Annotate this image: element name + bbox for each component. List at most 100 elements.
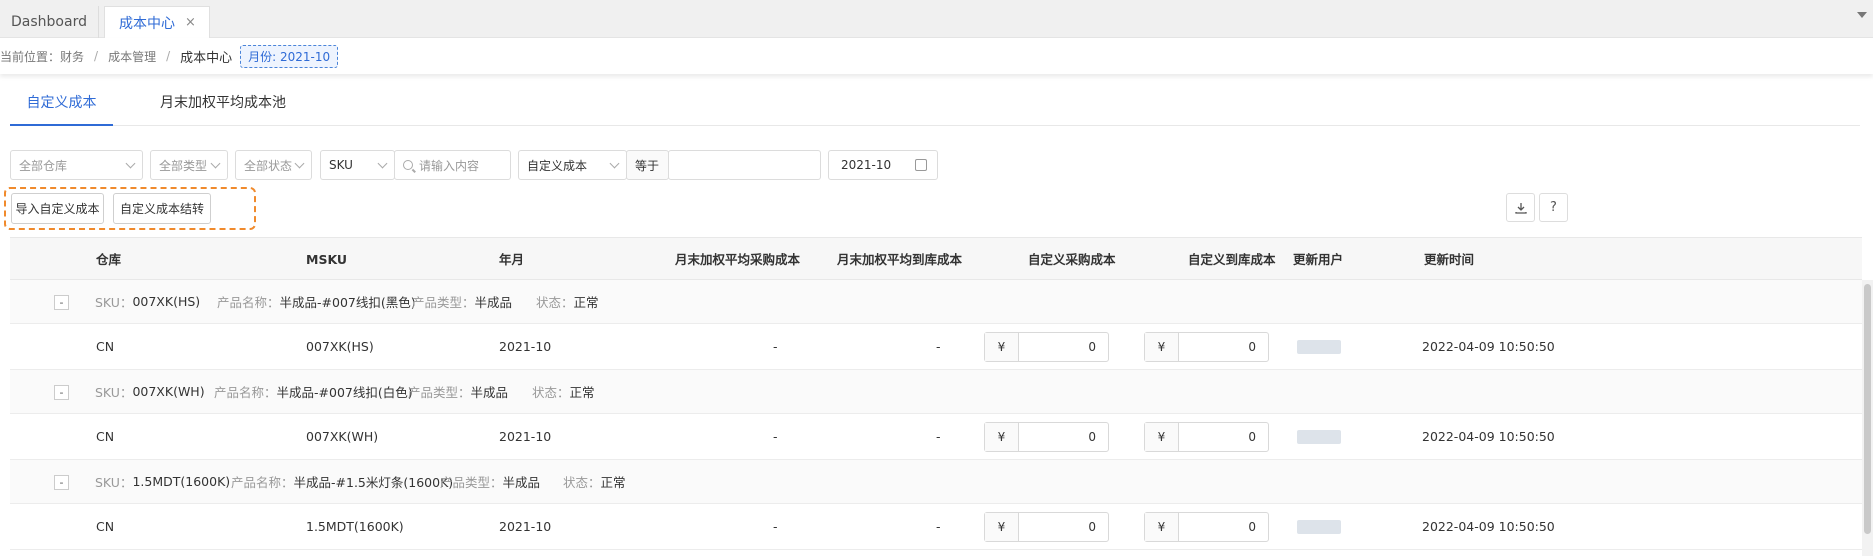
currency-symbol: ¥ (1145, 513, 1179, 541)
group-product-name: 产品名称： 半成品-#1.5米灯条(1600K) (231, 460, 453, 503)
cost-field-select[interactable]: 自定义成本 (518, 150, 627, 180)
tab-menu-caret-icon[interactable] (1857, 12, 1867, 18)
col-updated-at: 更新时间 (1424, 252, 1475, 267)
breadcrumb-root[interactable]: 当前位置：财务 (0, 48, 84, 65)
month-picker-value: 2021-10 (841, 158, 892, 172)
download-icon[interactable] (1506, 193, 1535, 222)
group-product-name: 产品名称： 半成品-#007线扣(黑色) (217, 280, 416, 323)
col-avg-purchase-cost: 月末加权平均采购成本 (675, 252, 801, 267)
sku-label: SKU： (95, 295, 133, 310)
breadcrumb-level2[interactable]: 成本管理 (108, 48, 156, 65)
type-label: 产品类型： (408, 385, 471, 400)
type-label: 产品类型： (412, 295, 475, 310)
tab-dashboard[interactable]: Dashboard (0, 6, 99, 38)
custom-arrival-cost-input[interactable]: ¥ 0 (1144, 512, 1269, 542)
cell-avg-purchase: - (773, 429, 778, 444)
tab-dashboard-label: Dashboard (11, 14, 87, 30)
breadcrumb-separator: / (94, 49, 99, 63)
custom-cost-carryover-button[interactable]: 自定义成本结转 (113, 193, 211, 224)
name-label: 产品名称： (217, 295, 280, 310)
type-label: 产品类型： (440, 475, 503, 490)
type-value: 半成品 (502, 475, 541, 490)
custom-arrival-cost-input[interactable]: ¥ 0 (1144, 422, 1269, 452)
month-picker[interactable]: 2021-10 (828, 150, 938, 180)
search-icon (403, 160, 413, 170)
help-button[interactable]: ? (1539, 193, 1568, 222)
chevron-down-icon (125, 158, 136, 169)
collapse-toggle[interactable]: - (54, 385, 69, 400)
search-input[interactable]: 请输入内容 (394, 150, 511, 180)
currency-symbol: ¥ (985, 423, 1019, 451)
tab-bar: Dashboard 成本中心 × (0, 0, 1873, 38)
status-label: 状态： (532, 385, 570, 400)
tab-custom-cost[interactable]: 自定义成本 (10, 90, 113, 126)
table-group-row: - SKU： 1.5MDT(1600K) 产品名称： 半成品-#1.5米灯条(160… (10, 460, 1862, 504)
custom-arrival-cost-value: 0 (1248, 430, 1256, 444)
custom-purchase-cost-input[interactable]: ¥ 0 (984, 422, 1109, 452)
collapse-toggle[interactable]: - (54, 295, 69, 310)
status-select[interactable]: 全部状态 (235, 150, 312, 180)
group-status: 状态： 正常 (536, 280, 599, 323)
group-product-type: 产品类型： 半成品 (408, 370, 508, 413)
group-sku: SKU： 007XK(WH) (95, 370, 205, 413)
sku-label: SKU： (95, 385, 133, 400)
search-field-value: SKU (329, 158, 353, 172)
table-group-row: - SKU： 007XK(WH) 产品名称： 半成品-#007线扣(白色) 产品类型… (10, 370, 1862, 414)
month-tag: 月份: 2021-10 (240, 44, 339, 68)
table-scrollbar[interactable] (1862, 280, 1873, 556)
warehouse-select-value: 全部仓库 (19, 158, 68, 173)
group-product-type: 产品类型： 半成品 (412, 280, 512, 323)
import-custom-cost-button[interactable]: 导入自定义成本 (11, 193, 104, 224)
close-icon[interactable]: × (185, 15, 196, 30)
group-sku: SKU： 1.5MDT(1600K) (95, 460, 230, 503)
redacted-user (1297, 520, 1341, 534)
cell-msku: 007XK(WH) (306, 429, 379, 444)
cell-warehouse: CN (96, 429, 115, 444)
custom-arrival-cost-value: 0 (1248, 340, 1256, 354)
cell-updated-at: 2022-04-09 10:50:50 (1422, 339, 1555, 354)
col-warehouse: 仓库 (96, 252, 122, 267)
sku-label: SKU： (95, 475, 133, 490)
type-value: 半成品 (470, 385, 509, 400)
tab-weighted-avg-pool[interactable]: 月末加权平均成本池 (160, 90, 286, 126)
redacted-user (1297, 340, 1341, 354)
col-custom-purchase-cost: 自定义采购成本 (1028, 252, 1116, 267)
custom-arrival-cost-input[interactable]: ¥ 0 (1144, 332, 1269, 362)
status-label: 状态： (536, 295, 574, 310)
custom-purchase-cost-input[interactable]: ¥ 0 (984, 512, 1109, 542)
scrollbar-thumb[interactable] (1864, 284, 1871, 534)
currency-symbol: ¥ (985, 333, 1019, 361)
operator-text: 等于 (635, 158, 660, 173)
name-value: 半成品-#007线扣(黑色) (279, 295, 416, 310)
currency-symbol: ¥ (1145, 423, 1179, 451)
custom-purchase-cost-input[interactable]: ¥ 0 (984, 332, 1109, 362)
content-tabs: 自定义成本 月末加权平均成本池 (10, 90, 1860, 126)
search-field-select[interactable]: SKU (320, 150, 395, 180)
table-group-row: - SKU： 007XK(HS) 产品名称： 半成品-#007线扣(黑色) 产品类型… (10, 280, 1862, 324)
col-month: 年月 (499, 252, 525, 267)
cost-value-input[interactable] (668, 150, 821, 180)
cell-updated-at: 2022-04-09 10:50:50 (1422, 519, 1555, 534)
type-value: 半成品 (474, 295, 513, 310)
custom-purchase-cost-value: 0 (1088, 340, 1096, 354)
name-value: 半成品-#007线扣(白色) (276, 385, 413, 400)
type-select[interactable]: 全部类型 (150, 150, 228, 180)
name-value: 半成品-#1.5米灯条(1600K) (293, 475, 454, 490)
currency-symbol: ¥ (985, 513, 1019, 541)
cell-msku: 007XK(HS) (306, 339, 374, 354)
collapse-toggle[interactable]: - (54, 475, 69, 490)
cell-warehouse: CN (96, 339, 115, 354)
status-value: 正常 (569, 385, 595, 400)
cell-month: 2021-10 (499, 339, 552, 354)
warehouse-select[interactable]: 全部仓库 (10, 150, 143, 180)
table-header: 仓库 MSKU 年月 月末加权平均采购成本 月末加权平均到库成本 自定义采购成本… (10, 237, 1862, 280)
col-avg-arrival-cost: 月末加权平均到库成本 (837, 252, 963, 267)
chevron-down-icon (210, 158, 221, 169)
tab-cost-center[interactable]: 成本中心 × (104, 6, 210, 38)
cell-msku: 1.5MDT(1600K) (306, 519, 404, 534)
custom-arrival-cost-value: 0 (1248, 520, 1256, 534)
tab-cost-center-label: 成本中心 (119, 15, 175, 32)
group-status: 状态： 正常 (563, 460, 626, 503)
group-status: 状态： 正常 (532, 370, 595, 413)
custom-purchase-cost-value: 0 (1088, 520, 1096, 534)
